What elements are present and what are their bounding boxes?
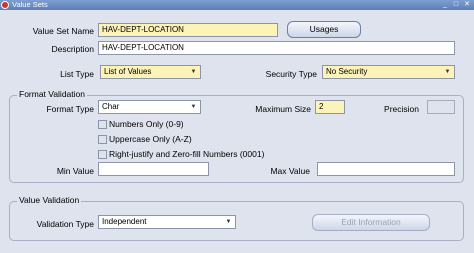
chevron-down-icon: ▼ — [190, 104, 197, 110]
security-type-label: Security Type — [265, 69, 317, 79]
list-type-select[interactable]: List of Values ▼ — [100, 65, 201, 79]
precision-label: Precision — [384, 104, 419, 114]
value-set-name-field[interactable]: HAV-DEPT-LOCATION — [98, 23, 278, 37]
min-value-label: Min Value — [56, 166, 94, 176]
edit-information-button[interactable]: Edit Information — [312, 214, 430, 231]
oracle-icon — [1, 1, 9, 9]
format-validation-title: Format Validation — [17, 89, 87, 99]
value-set-name-label: Value Set Name — [32, 26, 94, 36]
numbers-only-label: Numbers Only (0-9) — [109, 119, 184, 129]
precision-field[interactable] — [427, 100, 455, 114]
list-type-value: List of Values — [104, 67, 152, 76]
list-type-label: List Type — [60, 69, 94, 79]
chevron-down-icon: ▼ — [190, 69, 197, 75]
validation-type-select[interactable]: Independent ▼ — [98, 215, 236, 229]
minimize-button[interactable]: _ — [440, 1, 450, 9]
max-size-label: Maximum Size — [255, 104, 311, 114]
max-value-label: Max Value — [270, 166, 310, 176]
max-value-field[interactable] — [317, 162, 455, 176]
validation-type-value: Independent — [102, 217, 147, 226]
format-type-select[interactable]: Char ▼ — [98, 100, 201, 114]
maximize-button[interactable]: □ — [451, 1, 461, 9]
description-field[interactable]: HAV-DEPT-LOCATION — [98, 41, 455, 55]
numbers-only-checkbox[interactable] — [98, 120, 107, 129]
chevron-down-icon: ▼ — [225, 219, 232, 225]
format-type-value: Char — [102, 102, 120, 111]
uppercase-only-checkbox[interactable] — [98, 135, 107, 144]
max-size-field[interactable]: 2 — [315, 100, 345, 114]
security-type-value: No Security — [326, 67, 368, 76]
uppercase-only-label: Uppercase Only (A-Z) — [109, 134, 192, 144]
security-type-select[interactable]: No Security ▼ — [322, 65, 455, 79]
value-validation-title: Value Validation — [17, 195, 82, 205]
format-type-label: Format Type — [46, 104, 94, 114]
min-value-field[interactable] — [98, 162, 209, 176]
window-title: Value Sets — [12, 0, 48, 9]
chevron-down-icon: ▼ — [444, 69, 451, 75]
close-button[interactable]: ✕ — [462, 1, 472, 9]
usages-button[interactable]: Usages — [287, 21, 361, 38]
right-justify-label: Right-justify and Zero-fill Numbers (000… — [109, 149, 265, 159]
window-titlebar: Value Sets _ □ ✕ — [0, 0, 474, 10]
description-label: Description — [51, 44, 94, 54]
validation-type-label: Validation Type — [36, 219, 94, 229]
right-justify-checkbox[interactable] — [98, 150, 107, 159]
